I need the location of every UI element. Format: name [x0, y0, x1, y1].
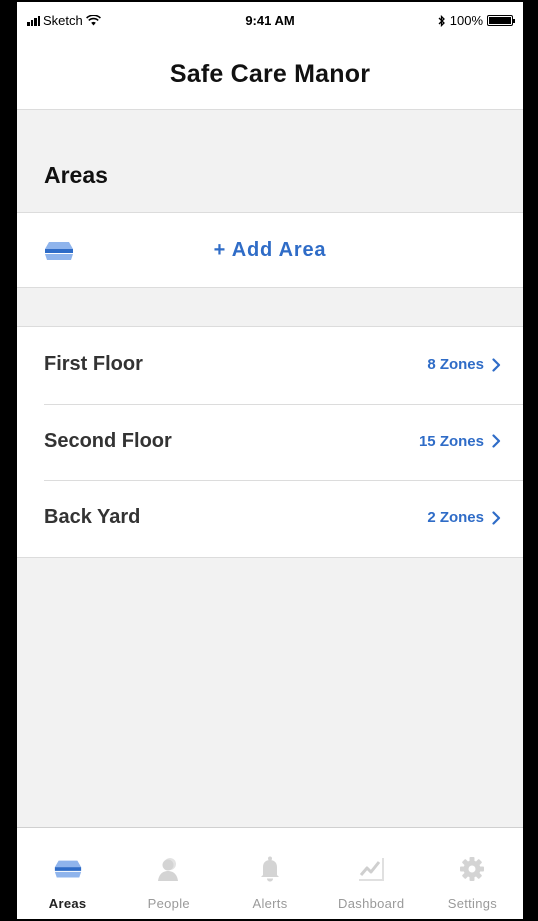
battery-indicator: 100% — [438, 13, 515, 28]
battery-percent: 100% — [449, 13, 483, 28]
chevron-right-icon — [492, 434, 501, 448]
tab-bar: Areas People Alerts Dashboard Settings — [17, 827, 523, 919]
bell-icon — [255, 854, 285, 884]
chevron-right-icon — [492, 510, 501, 525]
chart-icon — [356, 854, 386, 884]
area-name: Back Yard — [44, 506, 141, 528]
nav-header: Safe Care Manor — [17, 40, 523, 110]
zone-count: 2 Zones — [427, 509, 484, 526]
zone-count: 15 Zones — [418, 432, 484, 450]
battery-icon — [487, 15, 515, 26]
tab-label: Areas — [48, 896, 87, 911]
tab-alerts[interactable]: Alerts — [219, 828, 320, 919]
tab-label: Alerts — [252, 896, 288, 911]
gear-icon — [457, 854, 487, 884]
chevron-right-icon — [492, 357, 501, 372]
list-item[interactable]: First Floor 8 Zones — [17, 327, 523, 404]
tab-label: Settings — [447, 896, 498, 911]
zone-count-link[interactable]: 8 Zones — [427, 356, 501, 373]
add-area-label: + Add Area — [213, 239, 327, 261]
add-area-button[interactable]: + Add Area — [17, 212, 523, 288]
area-name: First Floor — [44, 353, 143, 375]
status-bar: Sketch 9:41 AM 100% — [17, 2, 523, 40]
zone-count-link[interactable]: 2 Zones — [427, 509, 501, 526]
area-list: First Floor 8 Zones Second Floor 15 Zone… — [17, 326, 523, 558]
area-name: Second Floor — [44, 429, 172, 452]
bluetooth-icon — [438, 14, 445, 27]
tab-dashboard[interactable]: Dashboard — [321, 828, 422, 919]
person-icon — [154, 854, 184, 884]
tab-label: People — [147, 896, 190, 911]
phone-screen: Sketch 9:41 AM 100% Safe Care Manor Area… — [17, 2, 523, 919]
list-item[interactable]: Back Yard 2 Zones — [17, 480, 523, 557]
tab-areas[interactable]: Areas — [17, 828, 118, 919]
layers-icon — [53, 854, 83, 884]
section-heading: Areas — [44, 162, 108, 188]
tab-people[interactable]: People — [118, 828, 219, 919]
tab-settings[interactable]: Settings — [422, 828, 523, 919]
page-title: Safe Care Manor — [169, 60, 371, 88]
list-item[interactable]: Second Floor 15 Zones — [17, 403, 523, 481]
zone-count: 8 Zones — [427, 356, 484, 373]
tab-label: Dashboard — [338, 896, 405, 911]
zone-count-link[interactable]: 15 Zones — [419, 433, 501, 450]
